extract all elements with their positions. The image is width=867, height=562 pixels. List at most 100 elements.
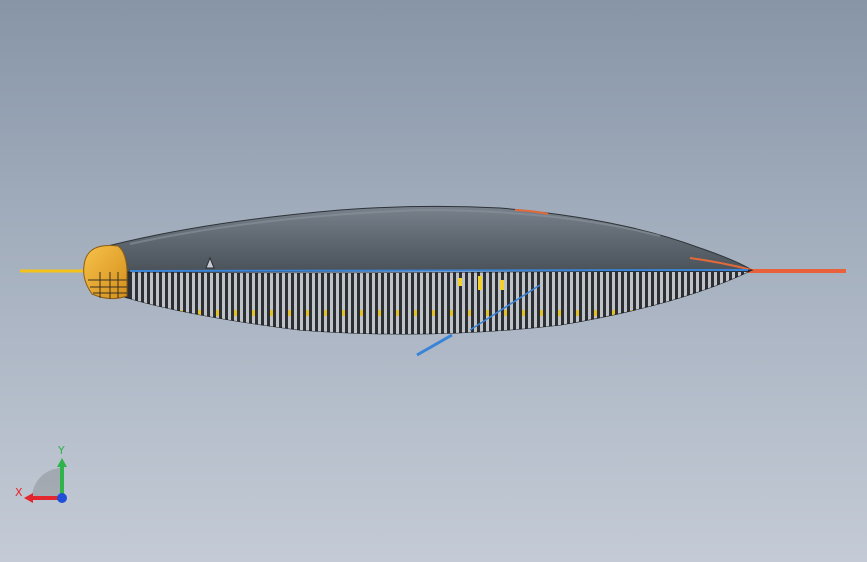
rib — [324, 272, 327, 334]
hull-ribs — [132, 272, 747, 334]
rib — [408, 272, 411, 334]
rib — [564, 272, 567, 334]
rib — [372, 272, 375, 334]
rib — [528, 272, 531, 334]
rib-yellow-mark — [234, 310, 237, 316]
rib — [636, 272, 639, 334]
rib — [402, 272, 405, 334]
rib-yellow-mark — [162, 310, 165, 316]
rib — [420, 272, 423, 334]
rib — [570, 272, 573, 334]
x-arrowhead — [24, 493, 33, 503]
rib — [426, 272, 429, 334]
rib — [684, 272, 687, 334]
rib — [192, 272, 195, 334]
nose-cap[interactable] — [83, 245, 128, 300]
rib — [714, 272, 717, 334]
rib — [156, 272, 159, 334]
rib-yellow-mark — [558, 310, 561, 316]
rib — [354, 272, 357, 334]
rib — [516, 272, 519, 334]
rib — [300, 272, 303, 334]
rib — [666, 272, 669, 334]
rib-yellow-mark — [414, 310, 417, 316]
rib — [348, 272, 351, 334]
keel-stringer[interactable] — [129, 269, 749, 272]
rib-yellow-mark — [450, 310, 453, 316]
rib — [282, 272, 285, 334]
triad-plane — [32, 468, 62, 498]
z-axis-dot — [57, 493, 67, 503]
x-axis-label: X — [15, 486, 23, 499]
rib-yellow-mark — [378, 310, 381, 316]
rib — [444, 272, 447, 334]
rib — [468, 272, 471, 334]
rib — [186, 272, 189, 334]
rib — [726, 272, 729, 334]
y-axis-label: Y — [57, 444, 65, 457]
rib-yellow-mark — [540, 310, 543, 316]
rib — [150, 272, 153, 334]
rib-yellow-mark — [666, 310, 669, 316]
rib-yellow-mark — [396, 310, 399, 316]
rib — [180, 272, 183, 334]
rib — [396, 272, 399, 334]
rib-yellow-mark — [702, 310, 705, 316]
rib — [168, 272, 171, 334]
coordinate-triad[interactable]: X Y — [14, 440, 74, 510]
rib — [366, 272, 369, 334]
rib-yellow-mark — [216, 310, 219, 316]
rib-yellow-mark — [648, 310, 651, 316]
rib-yellow-mark — [504, 310, 507, 316]
rib — [384, 272, 387, 334]
rib — [258, 272, 261, 334]
rib — [246, 272, 249, 334]
rib-yellow-mark — [522, 310, 525, 316]
rib — [132, 272, 135, 334]
rib — [270, 272, 273, 334]
rib — [630, 272, 633, 334]
rib — [600, 272, 603, 334]
rib — [276, 272, 279, 334]
y-arrowhead — [57, 458, 67, 467]
rib-yellow-mark — [252, 310, 255, 316]
rib — [342, 272, 345, 334]
rib — [252, 272, 255, 334]
rib-yellow-mark — [720, 310, 723, 316]
rib — [432, 272, 435, 334]
rib — [306, 272, 309, 334]
internal-member — [500, 280, 504, 290]
rib — [660, 272, 663, 334]
rib — [534, 272, 537, 334]
graphics-viewport[interactable] — [0, 0, 867, 562]
rib — [438, 272, 441, 334]
rib — [174, 272, 177, 334]
rib — [690, 272, 693, 334]
rib-yellow-mark — [288, 310, 291, 316]
rib-yellow-mark — [594, 310, 597, 316]
rib-yellow-mark — [576, 310, 579, 316]
internal-member — [478, 276, 482, 290]
rib — [510, 272, 513, 334]
rib — [606, 272, 609, 334]
rib-yellow-mark — [324, 310, 327, 316]
rib — [582, 272, 585, 334]
internal-member — [458, 278, 462, 286]
rib — [462, 272, 465, 334]
rib — [330, 272, 333, 334]
rib — [240, 272, 243, 334]
rib — [198, 272, 201, 334]
rib — [546, 272, 549, 334]
rib-yellow-mark — [738, 310, 741, 316]
upper-hull-skin[interactable] — [99, 205, 754, 273]
rib — [552, 272, 555, 334]
rib — [732, 272, 735, 334]
blue-diagonal-member[interactable] — [416, 333, 453, 357]
rib-yellow-mark — [360, 310, 363, 316]
rib — [144, 272, 147, 334]
rib — [612, 272, 615, 334]
rib — [696, 272, 699, 334]
rib — [264, 272, 267, 334]
rib — [624, 272, 627, 334]
rib — [138, 272, 141, 334]
